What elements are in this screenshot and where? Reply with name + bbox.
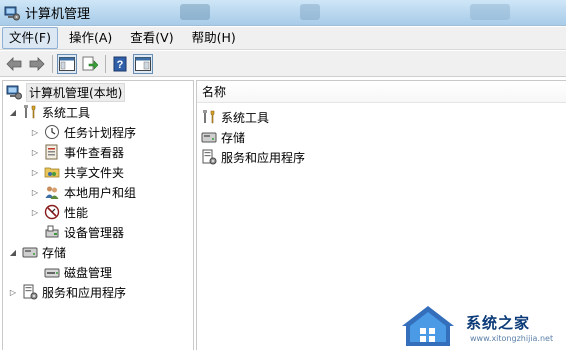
tree-label-storage: 存储 — [42, 245, 67, 260]
services-icon — [22, 284, 38, 300]
tree-item-device-manager[interactable]: 设备管理器 — [44, 222, 124, 242]
forward-button[interactable] — [27, 54, 47, 74]
menu-action[interactable]: 操作(A) — [62, 27, 119, 49]
storage-icon — [201, 129, 217, 145]
forward-arrow-icon — [29, 56, 45, 71]
tree-item-storage[interactable]: ◢ 存储 — [8, 242, 66, 262]
expand-triangle-icon[interactable]: ▷ — [30, 167, 40, 177]
console-tree-icon — [59, 56, 75, 71]
list-item[interactable]: 系统工具 — [201, 107, 269, 127]
tree-item-task-scheduler[interactable]: ▷ 任务计划程序 — [30, 122, 136, 142]
storage-icon — [22, 244, 38, 260]
column-header-label: 名称 — [202, 85, 227, 99]
watermark-url: www.xitongzhijia.net — [470, 334, 554, 343]
help-icon: ? — [113, 56, 127, 71]
list-item-label: 系统工具 — [221, 110, 270, 125]
console-tree-pane[interactable]: 计算机管理(本地) ◢ 系统工具 ▷ 任务计划程序 ▷ 事件查看器 ▷ 共享文件… — [2, 80, 194, 350]
back-button[interactable] — [4, 54, 24, 74]
show-hide-pane-button[interactable] — [133, 53, 153, 74]
tree-root[interactable]: 计算机管理(本地) — [6, 82, 126, 102]
watermark: 系统之家 www.xitongzhijia.net — [398, 300, 566, 350]
expand-triangle-icon[interactable]: ▷ — [30, 187, 40, 197]
computer-management-icon — [6, 84, 22, 100]
blurred-background — [180, 4, 210, 20]
shared-folder-icon — [44, 164, 60, 180]
list-item-label: 存储 — [221, 130, 246, 145]
column-header-name[interactable]: 名称 — [197, 81, 566, 103]
blurred-background-3 — [470, 4, 510, 20]
tree-item-services-apps[interactable]: ▷ 服务和应用程序 — [8, 282, 126, 302]
tree-item-local-users[interactable]: ▷ 本地用户和组 — [30, 182, 136, 202]
tree-label-shared-folders: 共享文件夹 — [64, 165, 125, 180]
back-arrow-icon — [6, 56, 22, 71]
list-item[interactable]: 服务和应用程序 — [201, 147, 305, 167]
disk-icon — [44, 264, 60, 280]
list-item[interactable]: 存储 — [201, 127, 245, 147]
tree-label-performance: 性能 — [64, 205, 89, 220]
tree-label-event-viewer: 事件查看器 — [64, 145, 125, 160]
device-manager-icon — [44, 224, 60, 240]
title-bar[interactable]: 计算机管理 — [0, 0, 566, 26]
collapse-triangle-icon[interactable]: ◢ — [8, 107, 18, 117]
show-hide-pane-icon — [135, 56, 151, 71]
window-title: 计算机管理 — [25, 7, 91, 22]
watermark-logo-icon — [402, 306, 454, 346]
expand-triangle-icon[interactable]: ▷ — [30, 127, 40, 137]
menu-file[interactable]: 文件(F) — [2, 27, 58, 49]
clock-icon — [44, 124, 60, 140]
tree-item-performance[interactable]: ▷ 性能 — [30, 202, 88, 222]
console-tree-button[interactable] — [57, 53, 77, 74]
tree-item-shared-folders[interactable]: ▷ 共享文件夹 — [30, 162, 124, 182]
tools-icon — [22, 104, 38, 120]
menu-bar: 文件(F) 操作(A) 查看(V) 帮助(H) — [0, 27, 566, 50]
tools-icon — [201, 109, 217, 125]
tree-label-local-users: 本地用户和组 — [64, 185, 137, 200]
expand-triangle-icon[interactable]: ▷ — [30, 207, 40, 217]
tree-label-system-tools: 系统工具 — [42, 105, 91, 120]
tree-label-services-apps: 服务和应用程序 — [42, 285, 127, 300]
tree-item-event-viewer[interactable]: ▷ 事件查看器 — [30, 142, 124, 162]
tree-item-system-tools[interactable]: ◢ 系统工具 — [8, 102, 90, 122]
list-item-label: 服务和应用程序 — [221, 150, 306, 165]
users-icon — [44, 184, 60, 200]
toolbar-separator-2 — [105, 54, 106, 73]
menu-help[interactable]: 帮助(H) — [185, 27, 243, 49]
watermark-text: 系统之家 — [466, 314, 531, 332]
event-log-icon — [44, 144, 60, 160]
menu-view[interactable]: 查看(V) — [123, 27, 180, 49]
svg-text:?: ? — [117, 59, 124, 71]
help-button[interactable]: ? — [110, 54, 130, 74]
expand-triangle-icon[interactable]: ▷ — [30, 147, 40, 157]
tree-item-disk-management[interactable]: 磁盘管理 — [44, 262, 112, 282]
performance-icon — [44, 204, 60, 220]
tree-label-device-manager: 设备管理器 — [64, 225, 125, 240]
computer-management-icon — [4, 5, 20, 21]
tree-label-disk-management: 磁盘管理 — [64, 265, 113, 280]
export-list-button[interactable] — [80, 54, 100, 74]
blurred-background-2 — [300, 4, 320, 20]
collapse-triangle-icon[interactable]: ◢ — [8, 247, 18, 257]
services-icon — [201, 149, 217, 165]
toolbar: ? — [0, 51, 566, 77]
export-list-icon — [82, 56, 98, 70]
expand-triangle-icon[interactable]: ▷ — [8, 287, 18, 297]
tree-label-task-scheduler: 任务计划程序 — [64, 125, 137, 140]
tree-root-label: 计算机管理(本地) — [26, 82, 126, 102]
toolbar-separator — [52, 54, 53, 73]
